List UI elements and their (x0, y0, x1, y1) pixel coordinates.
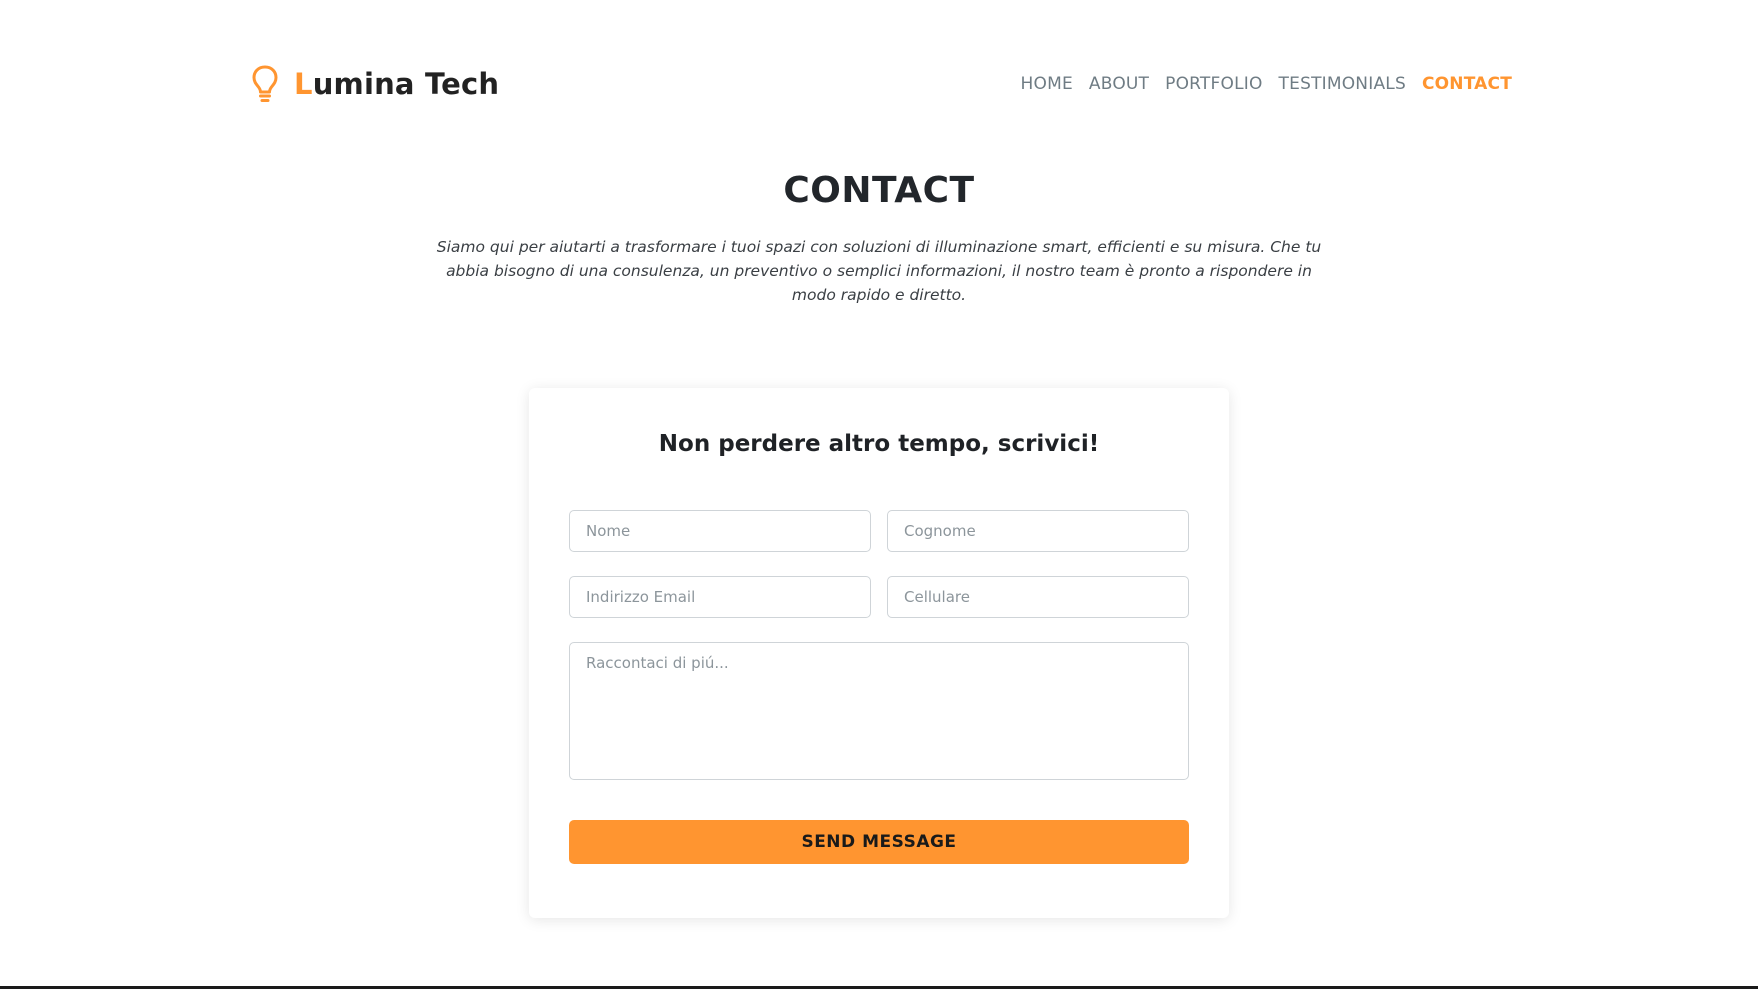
brand-name: Lumina Tech (294, 67, 499, 101)
email-input[interactable] (569, 576, 871, 618)
message-textarea[interactable] (569, 642, 1189, 780)
contact-form-card: Non perdere altro tempo, scrivici! SEND … (529, 388, 1229, 918)
intro-text: Siamo qui per aiutarti a trasformare i t… (436, 238, 1322, 304)
phone-input[interactable] (887, 576, 1189, 618)
page-title: CONTACT (783, 170, 975, 211)
nav-item-testimonials[interactable]: TESTIMONIALS (1279, 74, 1406, 94)
lightbulb-icon (252, 65, 278, 102)
main-nav: HOME ABOUT PORTFOLIO TESTIMONIALS CONTAC… (1021, 74, 1512, 94)
form-row-contact (569, 576, 1189, 618)
site-header: Lumina Tech HOME ABOUT PORTFOLIO TESTIMO… (250, 56, 1512, 112)
send-message-button[interactable]: SEND MESSAGE (569, 820, 1189, 864)
last-name-input[interactable] (887, 510, 1189, 552)
contact-form: SEND MESSAGE (569, 510, 1189, 864)
brand-name-rest: umina Tech (312, 67, 500, 101)
nav-item-portfolio[interactable]: PORTFOLIO (1165, 74, 1262, 94)
nav-item-home[interactable]: HOME (1021, 74, 1073, 94)
contact-page: Lumina Tech HOME ABOUT PORTFOLIO TESTIMO… (0, 0, 1758, 989)
brand-name-initial: L (294, 67, 313, 101)
first-name-input[interactable] (569, 510, 871, 552)
nav-item-about[interactable]: ABOUT (1089, 74, 1149, 94)
contact-hero: CONTACT Siamo qui per aiutarti a trasfor… (0, 170, 1758, 307)
form-row-name (569, 510, 1189, 552)
form-title: Non perdere altro tempo, scrivici! (658, 431, 1100, 457)
brand-logo-link[interactable]: Lumina Tech (250, 64, 499, 104)
nav-item-contact[interactable]: CONTACT (1422, 74, 1512, 94)
